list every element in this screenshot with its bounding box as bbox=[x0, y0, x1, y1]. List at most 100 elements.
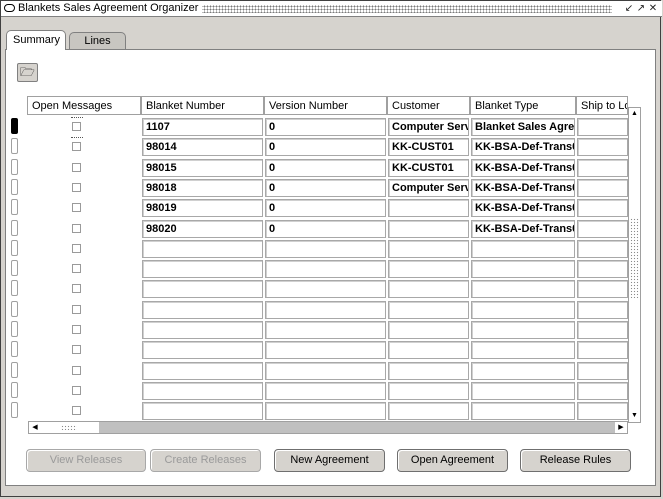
blanket-type-cell[interactable]: KK-BSA-Def-Trans0 bbox=[471, 179, 575, 197]
open-messages-checkbox[interactable] bbox=[72, 224, 81, 233]
ship-to-location-cell[interactable] bbox=[577, 301, 628, 319]
ship-to-location-cell[interactable] bbox=[577, 280, 628, 298]
blanket-number-cell[interactable]: 1107 bbox=[142, 118, 263, 136]
blanket-type-cell[interactable] bbox=[471, 402, 575, 420]
blanket-number-cell[interactable] bbox=[142, 260, 263, 278]
ship-to-location-cell[interactable] bbox=[577, 260, 628, 278]
blanket-number-cell[interactable] bbox=[142, 341, 263, 359]
open-messages-checkbox[interactable] bbox=[72, 183, 81, 192]
column-header-open-messages[interactable]: Open Messages bbox=[27, 96, 141, 115]
horizontal-scrollbar[interactable]: ◀ ▶ bbox=[28, 421, 628, 434]
ship-to-location-cell[interactable] bbox=[577, 240, 628, 258]
open-messages-checkbox[interactable] bbox=[72, 122, 81, 131]
column-header-ship-to-location[interactable]: Ship to Lo bbox=[576, 96, 628, 115]
blanket-type-cell[interactable]: KK-BSA-Def-Trans0 bbox=[471, 199, 575, 217]
open-messages-checkbox[interactable] bbox=[72, 142, 81, 151]
column-header-blanket-number[interactable]: Blanket Number bbox=[141, 96, 264, 115]
version-number-cell[interactable] bbox=[265, 301, 386, 319]
customer-cell[interactable] bbox=[388, 280, 469, 298]
open-messages-checkbox[interactable] bbox=[72, 244, 81, 253]
blanket-type-cell[interactable] bbox=[471, 260, 575, 278]
open-messages-checkbox[interactable] bbox=[72, 406, 81, 415]
row-selector[interactable] bbox=[11, 179, 18, 195]
row-selector[interactable] bbox=[11, 382, 18, 398]
blanket-type-cell[interactable]: KK-BSA-Def-Trans0 bbox=[471, 138, 575, 156]
ship-to-location-cell[interactable] bbox=[577, 362, 628, 380]
blanket-type-cell[interactable]: KK-BSA-Def-Trans0 bbox=[471, 159, 575, 177]
ship-to-location-cell[interactable] bbox=[577, 138, 628, 156]
blanket-type-cell[interactable]: Blanket Sales Agre bbox=[471, 118, 575, 136]
row-selector[interactable] bbox=[11, 321, 18, 337]
row-selector[interactable] bbox=[11, 260, 18, 276]
blanket-number-cell[interactable] bbox=[142, 402, 263, 420]
scroll-grip[interactable] bbox=[630, 218, 639, 298]
window-menu-icon[interactable] bbox=[4, 4, 15, 12]
horizontal-scroll-thumb[interactable] bbox=[41, 422, 100, 433]
version-number-cell[interactable] bbox=[265, 240, 386, 258]
row-selector[interactable] bbox=[11, 402, 18, 418]
blanket-number-cell[interactable] bbox=[142, 382, 263, 400]
version-number-cell[interactable]: 0 bbox=[265, 118, 386, 136]
create-releases-button[interactable]: Create Releases bbox=[150, 449, 261, 472]
ship-to-location-cell[interactable] bbox=[577, 220, 628, 238]
release-rules-button[interactable]: Release Rules bbox=[520, 449, 631, 472]
version-number-cell[interactable]: 0 bbox=[265, 159, 386, 177]
customer-cell[interactable] bbox=[388, 362, 469, 380]
blanket-number-cell[interactable]: 98018 bbox=[142, 179, 263, 197]
row-selector[interactable] bbox=[11, 118, 18, 134]
open-messages-checkbox[interactable] bbox=[72, 203, 81, 212]
customer-cell[interactable]: Computer Serv bbox=[388, 118, 469, 136]
column-header-version-number[interactable]: Version Number bbox=[264, 96, 387, 115]
blanket-type-cell[interactable] bbox=[471, 341, 575, 359]
blanket-number-cell[interactable]: 98019 bbox=[142, 199, 263, 217]
row-selector[interactable] bbox=[11, 280, 18, 296]
blanket-type-cell[interactable] bbox=[471, 301, 575, 319]
version-number-cell[interactable] bbox=[265, 280, 386, 298]
maximize-icon[interactable]: ↗ bbox=[635, 2, 647, 15]
customer-cell[interactable] bbox=[388, 240, 469, 258]
customer-cell[interactable] bbox=[388, 341, 469, 359]
version-number-cell[interactable] bbox=[265, 362, 386, 380]
ship-to-location-cell[interactable] bbox=[577, 118, 628, 136]
blanket-type-cell[interactable] bbox=[471, 240, 575, 258]
close-icon[interactable]: ✕ bbox=[647, 2, 659, 15]
blanket-type-cell[interactable] bbox=[471, 280, 575, 298]
ship-to-location-cell[interactable] bbox=[577, 159, 628, 177]
row-selector[interactable] bbox=[11, 220, 18, 236]
customer-cell[interactable]: Computer Serv bbox=[388, 179, 469, 197]
ship-to-location-cell[interactable] bbox=[577, 321, 628, 339]
blanket-type-cell[interactable] bbox=[471, 382, 575, 400]
customer-cell[interactable] bbox=[388, 199, 469, 217]
row-selector[interactable] bbox=[11, 159, 18, 175]
minimize-icon[interactable]: ↙ bbox=[623, 2, 635, 15]
ship-to-location-cell[interactable] bbox=[577, 199, 628, 217]
blanket-number-cell[interactable]: 98014 bbox=[142, 138, 263, 156]
new-agreement-button[interactable]: New Agreement bbox=[274, 449, 385, 472]
blanket-type-cell[interactable] bbox=[471, 362, 575, 380]
version-number-cell[interactable]: 0 bbox=[265, 199, 386, 217]
blanket-number-cell[interactable]: 98015 bbox=[142, 159, 263, 177]
folder-icon[interactable]: 🗁 bbox=[17, 63, 38, 82]
customer-cell[interactable] bbox=[388, 321, 469, 339]
open-messages-checkbox[interactable] bbox=[72, 284, 81, 293]
open-messages-checkbox[interactable] bbox=[72, 366, 81, 375]
version-number-cell[interactable]: 0 bbox=[265, 220, 386, 238]
tab-lines[interactable]: Lines bbox=[69, 32, 126, 49]
open-agreement-button[interactable]: Open Agreement bbox=[397, 449, 508, 472]
version-number-cell[interactable] bbox=[265, 260, 386, 278]
row-selector[interactable] bbox=[11, 362, 18, 378]
customer-cell[interactable] bbox=[388, 260, 469, 278]
customer-cell[interactable]: KK-CUST01 bbox=[388, 159, 469, 177]
ship-to-location-cell[interactable] bbox=[577, 179, 628, 197]
scroll-right-icon[interactable]: ▶ bbox=[615, 422, 627, 433]
blanket-number-cell[interactable] bbox=[142, 362, 263, 380]
open-messages-checkbox[interactable] bbox=[72, 264, 81, 273]
version-number-cell[interactable] bbox=[265, 402, 386, 420]
open-messages-checkbox[interactable] bbox=[72, 325, 81, 334]
ship-to-location-cell[interactable] bbox=[577, 382, 628, 400]
blanket-number-cell[interactable] bbox=[142, 321, 263, 339]
customer-cell[interactable]: KK-CUST01 bbox=[388, 138, 469, 156]
column-header-customer[interactable]: Customer bbox=[387, 96, 470, 115]
open-messages-checkbox[interactable] bbox=[72, 386, 81, 395]
customer-cell[interactable] bbox=[388, 220, 469, 238]
